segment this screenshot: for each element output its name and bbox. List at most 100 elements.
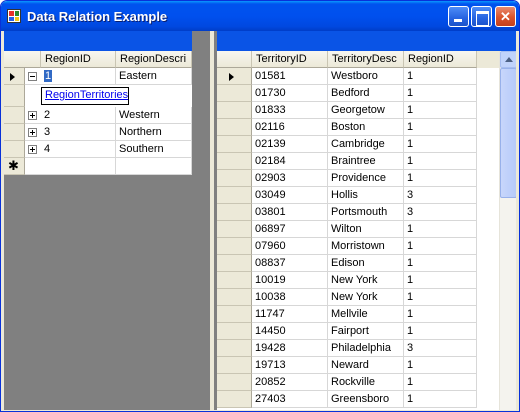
- cell-territory-desc[interactable]: Hollis: [328, 187, 404, 204]
- expander[interactable]: [25, 68, 41, 85]
- row-selector[interactable]: [217, 357, 252, 374]
- column-header[interactable]: RegionID: [404, 51, 477, 68]
- relation-link[interactable]: RegionTerritories: [41, 87, 129, 105]
- row-selector[interactable]: [217, 289, 252, 306]
- table-row[interactable]: 19428 Philadelphia 3: [217, 340, 499, 357]
- cell-region-id[interactable]: 1: [404, 272, 477, 289]
- row-selector[interactable]: [217, 306, 252, 323]
- cell-territory-desc[interactable]: Braintree: [328, 153, 404, 170]
- column-header[interactable]: TerritoryID: [252, 51, 328, 68]
- row-selector[interactable]: [217, 238, 252, 255]
- cell-territory-id[interactable]: 02184: [252, 153, 328, 170]
- row-selector[interactable]: [217, 68, 252, 85]
- cell-territory-desc[interactable]: Neward: [328, 357, 404, 374]
- territories-grid[interactable]: TerritoryID TerritoryDesc RegionID 01581…: [217, 31, 516, 410]
- row-selector[interactable]: [217, 153, 252, 170]
- cell-region-id[interactable]: 1: [404, 170, 477, 187]
- row-selector[interactable]: [217, 102, 252, 119]
- minimize-button[interactable]: [448, 6, 469, 27]
- row-selector[interactable]: [217, 119, 252, 136]
- cell-region-desc[interactable]: Northern: [116, 124, 192, 141]
- cell-territory-id[interactable]: 01730: [252, 85, 328, 102]
- row-selector[interactable]: [217, 255, 252, 272]
- cell-region-id[interactable]: 1: [404, 102, 477, 119]
- expand-icon[interactable]: [28, 111, 37, 120]
- cell-region-id[interactable]: 1: [404, 119, 477, 136]
- table-row[interactable]: 02184 Braintree 1: [217, 153, 499, 170]
- cell-territory-id[interactable]: 02139: [252, 136, 328, 153]
- table-row[interactable]: 3 Northern: [4, 124, 192, 141]
- table-row[interactable]: 2 Western: [4, 107, 192, 124]
- cell-region-id[interactable]: 1: [404, 289, 477, 306]
- row-selector[interactable]: [4, 85, 25, 107]
- cell-territory-desc[interactable]: Georgetow: [328, 102, 404, 119]
- cell-territory-desc[interactable]: Portsmouth: [328, 204, 404, 221]
- collapse-icon[interactable]: [28, 72, 37, 81]
- cell-territory-id[interactable]: 20852: [252, 374, 328, 391]
- cell-territory-id[interactable]: 01833: [252, 102, 328, 119]
- cell-region-id[interactable]: 1: [404, 238, 477, 255]
- cell-territory-id[interactable]: 01581: [252, 68, 328, 85]
- cell-region-id[interactable]: 1: [404, 391, 477, 408]
- cell-region-desc[interactable]: Southern: [116, 141, 192, 158]
- cell-region-id[interactable]: 2: [41, 107, 116, 124]
- cell-territory-id[interactable]: 08837: [252, 255, 328, 272]
- row-selector[interactable]: [217, 85, 252, 102]
- table-row[interactable]: 27403 Greensboro 1: [217, 391, 499, 408]
- cell-region-id[interactable]: 3: [404, 187, 477, 204]
- row-selector[interactable]: [217, 136, 252, 153]
- cell-territory-desc[interactable]: Bedford: [328, 85, 404, 102]
- table-row[interactable]: 01833 Georgetow 1: [217, 102, 499, 119]
- scroll-thumb[interactable]: [500, 68, 516, 198]
- table-row[interactable]: 01730 Bedford 1: [217, 85, 499, 102]
- cell-territory-desc[interactable]: Fairport: [328, 323, 404, 340]
- row-selector[interactable]: [217, 187, 252, 204]
- cell-territory-desc[interactable]: New York: [328, 272, 404, 289]
- row-selector[interactable]: [217, 170, 252, 187]
- table-row[interactable]: 1 Eastern: [4, 68, 192, 85]
- cell-territory-desc[interactable]: New York: [328, 289, 404, 306]
- cell-territory-id[interactable]: 06897: [252, 221, 328, 238]
- cell-territory-desc[interactable]: Providence: [328, 170, 404, 187]
- cell-region-id[interactable]: 1: [404, 85, 477, 102]
- row-selector[interactable]: [4, 68, 25, 85]
- expand-icon[interactable]: [28, 145, 37, 154]
- cell-territory-id[interactable]: 03801: [252, 204, 328, 221]
- cell-region-id[interactable]: 1: [404, 255, 477, 272]
- cell-region-id[interactable]: 1: [404, 306, 477, 323]
- table-row[interactable]: 06897 Wilton 1: [217, 221, 499, 238]
- scroll-up-button[interactable]: [500, 51, 516, 68]
- row-selector[interactable]: [4, 141, 25, 158]
- table-row[interactable]: 07960 Morristown 1: [217, 238, 499, 255]
- column-header[interactable]: RegionID: [41, 51, 116, 68]
- title-bar[interactable]: Data Relation Example ✕: [1, 1, 519, 31]
- row-selector[interactable]: [217, 204, 252, 221]
- table-row[interactable]: 08837 Edison 1: [217, 255, 499, 272]
- expander[interactable]: [25, 124, 41, 141]
- cell-region-desc[interactable]: Western: [116, 107, 192, 124]
- cell-territory-id[interactable]: 19713: [252, 357, 328, 374]
- table-row[interactable]: 4 Southern: [4, 141, 192, 158]
- table-row[interactable]: 11747 Mellvile 1: [217, 306, 499, 323]
- cell-territory-id[interactable]: 11747: [252, 306, 328, 323]
- cell-region-id[interactable]: 1: [404, 374, 477, 391]
- cell-region-id[interactable]: 1: [41, 68, 116, 85]
- vertical-scrollbar[interactable]: [499, 51, 516, 410]
- cell-region-id[interactable]: 4: [41, 141, 116, 158]
- cell-region-id[interactable]: 1: [404, 357, 477, 374]
- expander[interactable]: [25, 107, 41, 124]
- cell-region-desc[interactable]: [116, 158, 192, 175]
- row-selector[interactable]: ✱: [4, 158, 25, 175]
- cell-territory-id[interactable]: 02903: [252, 170, 328, 187]
- cell-territory-desc[interactable]: Cambridge: [328, 136, 404, 153]
- cell-territory-desc[interactable]: Philadelphia: [328, 340, 404, 357]
- cell-territory-id[interactable]: 03049: [252, 187, 328, 204]
- cell-region-id[interactable]: [41, 158, 116, 175]
- cell-region-desc[interactable]: Eastern: [116, 68, 192, 85]
- cell-territory-desc[interactable]: Greensboro: [328, 391, 404, 408]
- table-row[interactable]: 03049 Hollis 3: [217, 187, 499, 204]
- row-selector[interactable]: [4, 124, 25, 141]
- row-selector[interactable]: [217, 391, 252, 408]
- row-selector[interactable]: [217, 221, 252, 238]
- cell-territory-id[interactable]: 10019: [252, 272, 328, 289]
